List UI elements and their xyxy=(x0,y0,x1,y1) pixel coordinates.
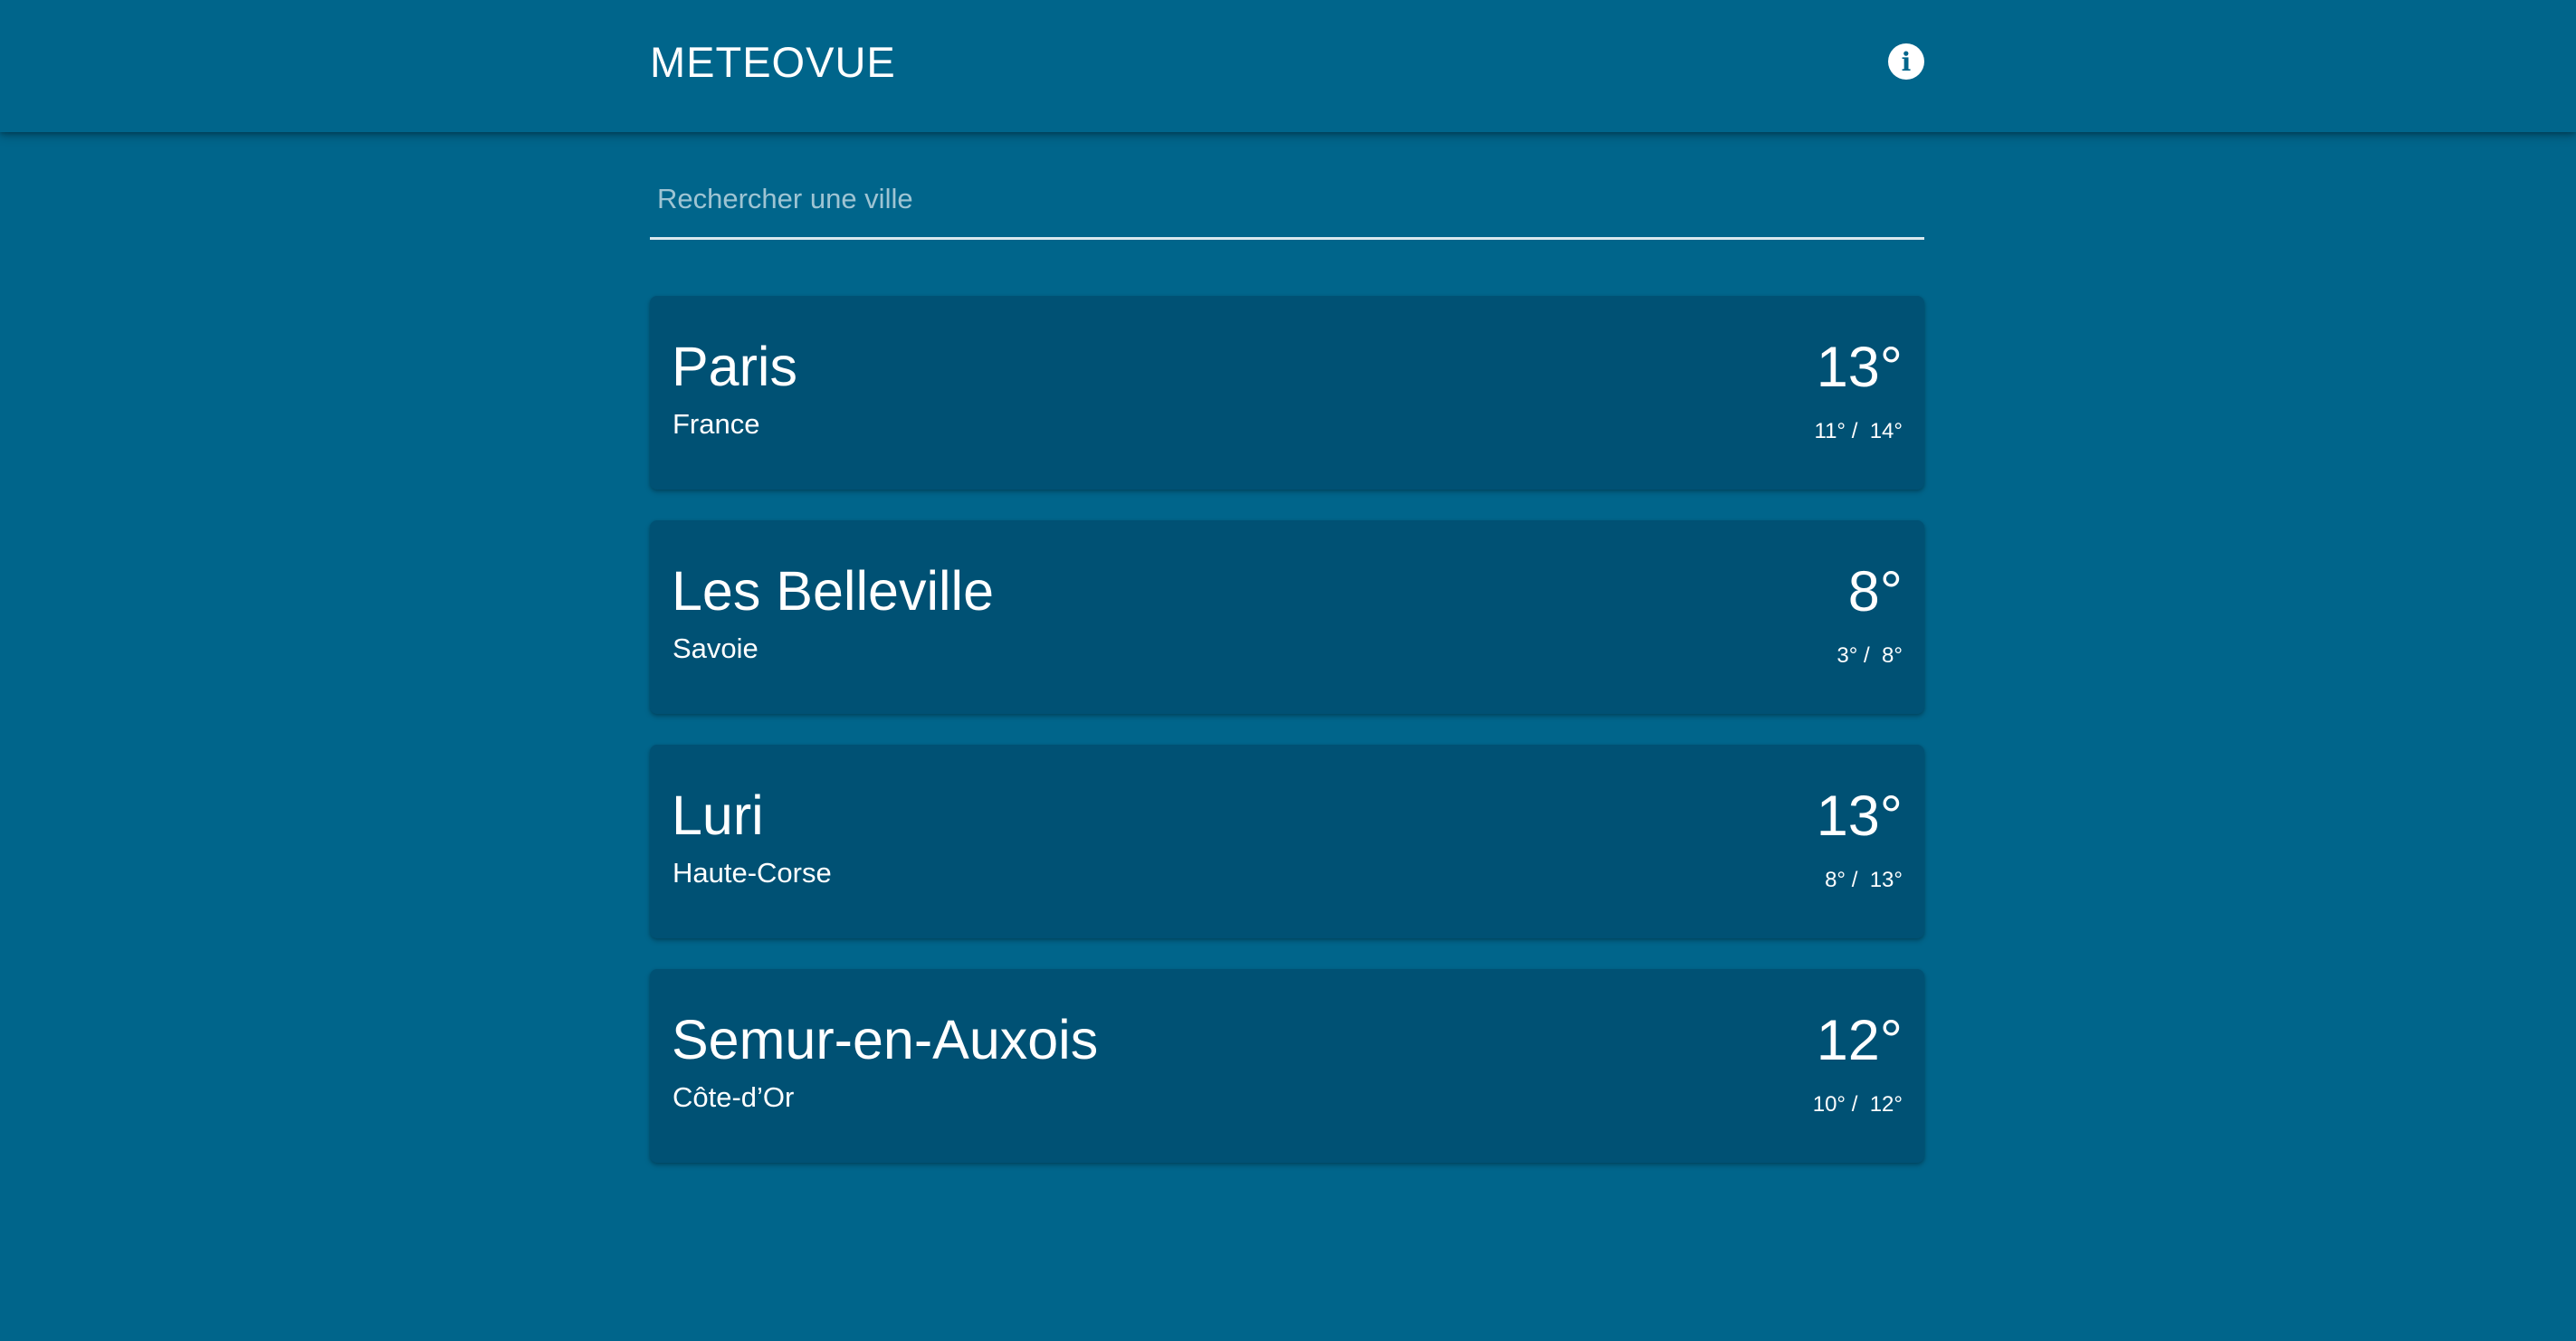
max-temperature: 8° xyxy=(1882,643,1903,668)
app-title: METEOVUE xyxy=(650,37,896,86)
current-temperature: 8° xyxy=(1847,560,1903,623)
max-temperature: 13° xyxy=(1869,868,1903,892)
app-bar-content: METEOVUE i xyxy=(650,0,1924,123)
current-temperature: 13° xyxy=(1816,785,1903,848)
city-region: Haute-Corse xyxy=(673,857,832,889)
max-temperature: 12° xyxy=(1869,1092,1903,1117)
city-region: Côte-d’Or xyxy=(673,1081,795,1113)
temperature-range: 10° / 12° xyxy=(1812,1092,1903,1117)
current-temperature: 12° xyxy=(1816,1009,1903,1072)
temperature-range: 3° / 8° xyxy=(1837,643,1903,668)
temperature-range: 8° / 13° xyxy=(1825,868,1903,892)
min-temperature: 10° xyxy=(1812,1092,1846,1117)
city-card-luri[interactable]: Luri Haute-Corse 13° 8° / 13° xyxy=(650,745,1924,938)
city-card-les-belleville[interactable]: Les Belleville Savoie 8° 3° / 8° xyxy=(650,520,1924,714)
city-card-paris[interactable]: Paris France 13° 11° / 14° xyxy=(650,296,1924,490)
city-name: Semur-en-Auxois xyxy=(672,1009,1099,1070)
max-temperature: 14° xyxy=(1869,419,1903,443)
city-region: France xyxy=(673,408,760,440)
city-region: Savoie xyxy=(673,632,758,664)
info-icon[interactable]: i xyxy=(1888,43,1924,80)
current-temperature: 13° xyxy=(1816,336,1903,399)
city-name: Les Belleville xyxy=(672,560,995,622)
city-name: Paris xyxy=(672,336,797,397)
search-input[interactable] xyxy=(650,166,1924,232)
search-field xyxy=(650,166,1924,240)
min-temperature: 11° xyxy=(1814,419,1846,443)
temperature-range: 11° / 14° xyxy=(1814,419,1903,443)
city-card-semur-en-auxois[interactable]: Semur-en-Auxois Côte-d’Or 12° 10° / 12° xyxy=(650,969,1924,1163)
city-list: Paris France 13° 11° / 14° Les Bellevill… xyxy=(650,296,1924,1194)
min-temperature: 8° xyxy=(1825,868,1846,892)
min-temperature: 3° xyxy=(1837,643,1858,668)
app-bar: METEOVUE i xyxy=(0,0,2576,132)
city-name: Luri xyxy=(672,785,764,846)
